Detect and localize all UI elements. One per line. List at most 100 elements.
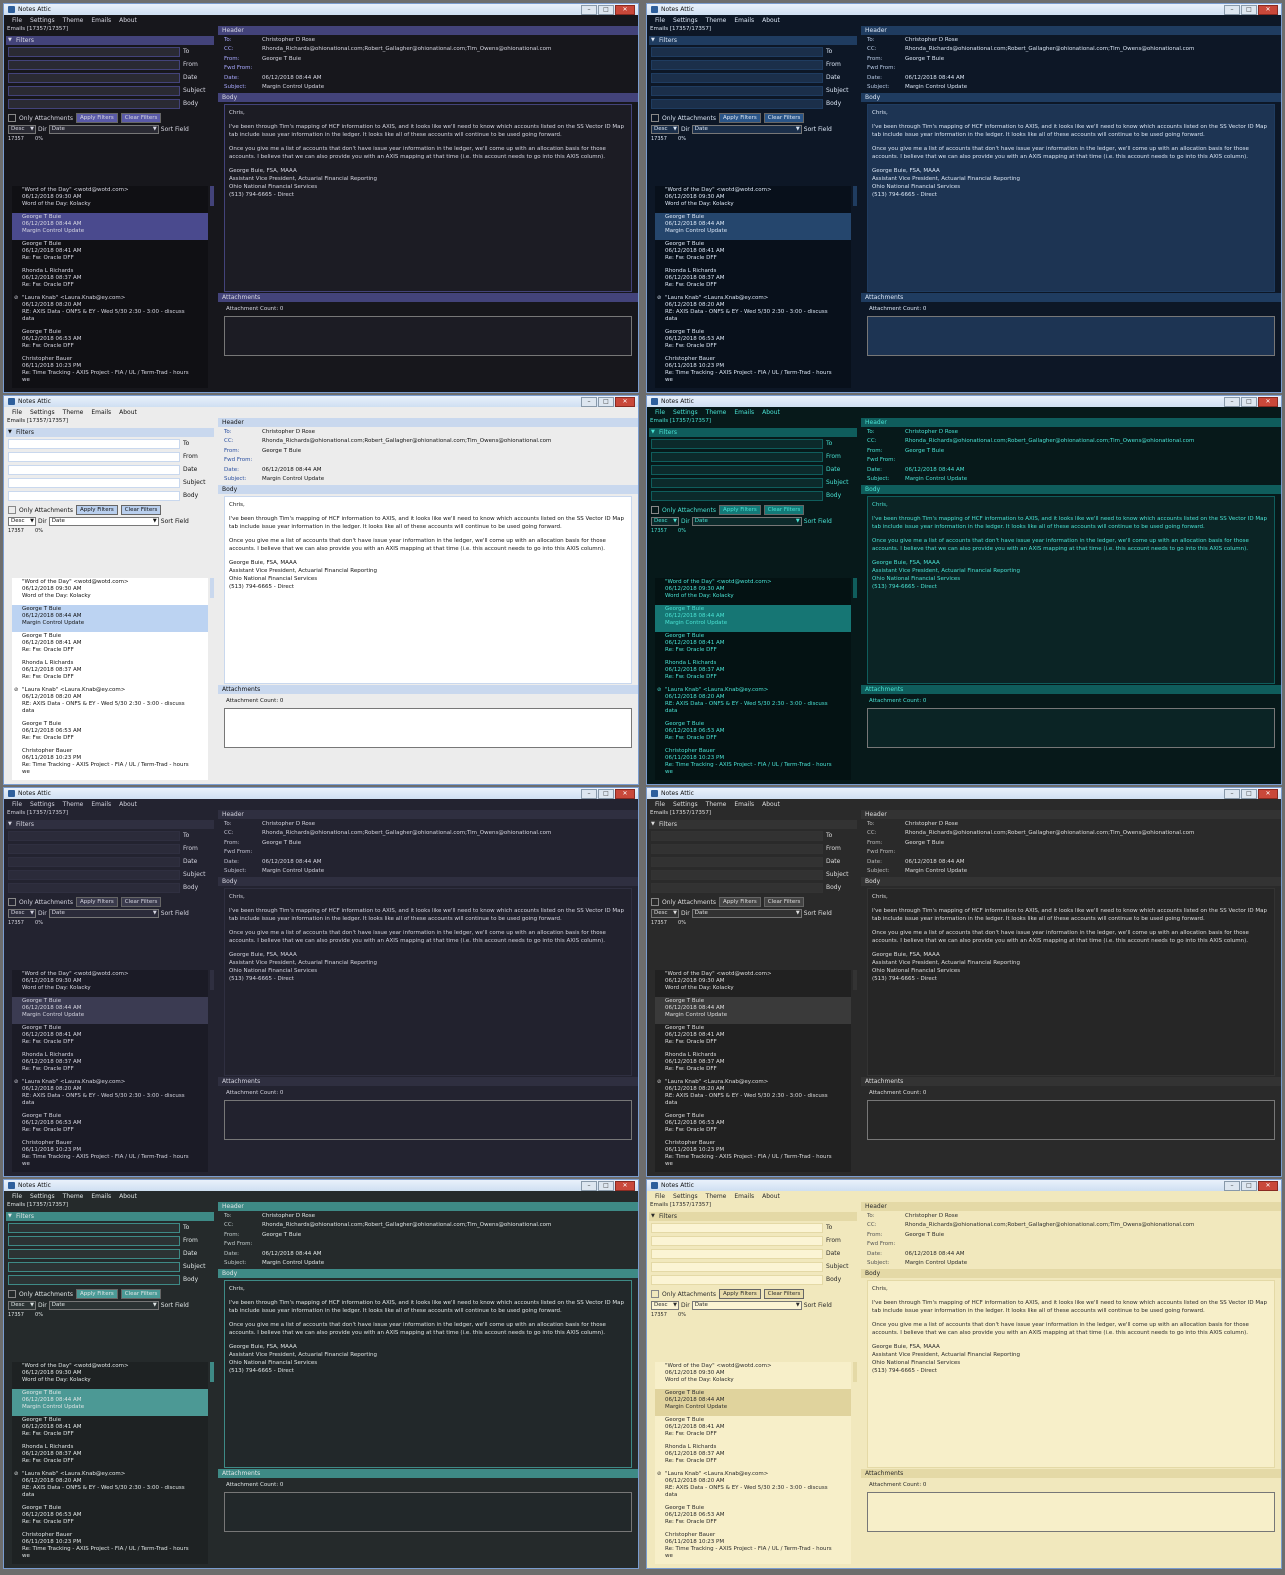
filter-from-input[interactable] <box>651 451 823 462</box>
only-attachments-checkbox[interactable] <box>651 114 659 122</box>
sort-dir-select[interactable]: Desc ▼ <box>651 517 679 526</box>
filter-from-input[interactable] <box>651 59 823 70</box>
attachments-box[interactable] <box>224 1492 632 1532</box>
minimize-icon[interactable]: – <box>581 789 597 799</box>
menu-emails[interactable]: Emails <box>734 1193 754 1200</box>
menu-settings[interactable]: Settings <box>673 17 698 24</box>
menu-emails[interactable]: Emails <box>734 17 754 24</box>
email-list-item[interactable]: George T Buie 06/12/2018 08:44 AM Margin C… <box>12 605 208 632</box>
maximize-icon[interactable]: □ <box>1241 5 1257 15</box>
email-list-scrollbar[interactable] <box>853 578 857 598</box>
email-list-item[interactable]: "Word of the Day" <wotd@wotd.com> 06/12/2… <box>655 1362 851 1389</box>
sort-field-select[interactable]: Date ▼ <box>48 909 159 918</box>
only-attachments-checkbox[interactable] <box>651 1290 659 1298</box>
email-list-item[interactable]: Christopher Bauer 06/11/2018 10:23 PM Re: … <box>655 747 851 780</box>
filter-subject-input[interactable] <box>651 477 823 488</box>
email-list-item[interactable]: George T Buie 06/12/2018 08:44 AM Margin C… <box>12 997 208 1024</box>
email-list-item[interactable]: George T Buie 06/12/2018 06:53 AM Re: Fw: … <box>655 328 851 355</box>
filter-date-input[interactable] <box>651 72 823 83</box>
filter-to-input[interactable] <box>651 46 823 57</box>
email-list-item[interactable]: Rhonda L Richards 06/12/2018 08:37 AM Re: … <box>12 659 208 686</box>
email-list-item[interactable]: George T Buie 06/12/2018 06:53 AM Re: Fw: … <box>12 328 208 355</box>
filters-toggle[interactable]: Filters <box>649 1212 857 1221</box>
email-list-item[interactable]: ⊘ "Laura Knab" <Laura.Knab@ey.com> 06/12/2… <box>655 294 851 328</box>
menu-settings[interactable]: Settings <box>673 1193 698 1200</box>
email-list-item[interactable]: Rhonda L Richards 06/12/2018 08:37 AM Re: … <box>12 1443 208 1470</box>
email-list-item[interactable]: ⊘ "Laura Knab" <Laura.Knab@ey.com> 06/12/2… <box>12 294 208 328</box>
email-list-item[interactable]: ⊘ "Laura Knab" <Laura.Knab@ey.com> 06/12/2… <box>655 1470 851 1504</box>
filter-subject-input[interactable] <box>8 869 180 880</box>
email-list-item[interactable]: George T Buie 06/12/2018 08:44 AM Margin C… <box>655 213 851 240</box>
only-attachments-checkbox[interactable] <box>8 1290 16 1298</box>
close-icon[interactable]: ✕ <box>1258 1181 1278 1191</box>
email-list-item[interactable]: George T Buie 06/12/2018 08:44 AM Margin C… <box>12 213 208 240</box>
close-icon[interactable]: ✕ <box>615 1181 635 1191</box>
clear-filters-button[interactable]: Clear Filters <box>763 505 805 515</box>
apply-filters-button[interactable]: Apply Filters <box>75 113 118 123</box>
email-list-scrollbar[interactable] <box>853 1362 857 1382</box>
menu-theme[interactable]: Theme <box>63 409 84 416</box>
filter-date-input[interactable] <box>651 464 823 475</box>
menu-emails[interactable]: Emails <box>91 801 111 808</box>
menu-file[interactable]: File <box>655 17 665 24</box>
menu-emails[interactable]: Emails <box>734 801 754 808</box>
menu-theme[interactable]: Theme <box>706 801 727 808</box>
close-icon[interactable]: ✕ <box>1258 789 1278 799</box>
clear-filters-button[interactable]: Clear Filters <box>120 897 162 907</box>
only-attachments-checkbox[interactable] <box>8 506 16 514</box>
only-attachments-checkbox[interactable] <box>651 898 659 906</box>
email-list-item[interactable]: George T Buie 06/12/2018 08:44 AM Margin C… <box>655 605 851 632</box>
email-list-item[interactable]: Christopher Bauer 06/11/2018 10:23 PM Re: … <box>655 1531 851 1564</box>
email-list-item[interactable]: George T Buie 06/12/2018 06:53 AM Re: Fw: … <box>12 720 208 747</box>
filter-subject-input[interactable] <box>8 477 180 488</box>
minimize-icon[interactable]: – <box>581 397 597 407</box>
filter-from-input[interactable] <box>8 59 180 70</box>
sort-dir-select[interactable]: Desc ▼ <box>651 909 679 918</box>
filter-date-input[interactable] <box>8 72 180 83</box>
maximize-icon[interactable]: □ <box>1241 1181 1257 1191</box>
attachments-box[interactable] <box>867 708 1275 748</box>
filter-body-input[interactable] <box>651 882 823 893</box>
menu-settings[interactable]: Settings <box>673 801 698 808</box>
email-list-item[interactable]: George T Buie 06/12/2018 08:41 AM Re: Fw: … <box>12 632 208 659</box>
menu-settings[interactable]: Settings <box>30 17 55 24</box>
filter-date-input[interactable] <box>651 1248 823 1259</box>
maximize-icon[interactable]: □ <box>598 789 614 799</box>
filter-date-input[interactable] <box>8 1248 180 1259</box>
apply-filters-button[interactable]: Apply Filters <box>718 505 761 515</box>
email-list-item[interactable]: ⊘ "Laura Knab" <Laura.Knab@ey.com> 06/12/2… <box>655 686 851 720</box>
email-list-scrollbar[interactable] <box>853 186 857 206</box>
filter-body-input[interactable] <box>8 490 180 501</box>
email-list-item[interactable]: Rhonda L Richards 06/12/2018 08:37 AM Re: … <box>655 659 851 686</box>
filter-date-input[interactable] <box>651 856 823 867</box>
sort-dir-select[interactable]: Desc ▼ <box>8 517 36 526</box>
menu-file[interactable]: File <box>655 409 665 416</box>
email-list-item[interactable]: Rhonda L Richards 06/12/2018 08:37 AM Re: … <box>655 1051 851 1078</box>
menu-about[interactable]: About <box>119 1193 137 1200</box>
attachments-box[interactable] <box>867 316 1275 356</box>
close-icon[interactable]: ✕ <box>1258 397 1278 407</box>
sort-dir-select[interactable]: Desc ▼ <box>8 1301 36 1310</box>
maximize-icon[interactable]: □ <box>598 1181 614 1191</box>
email-list-scrollbar[interactable] <box>210 186 214 206</box>
sort-field-select[interactable]: Date ▼ <box>48 125 159 134</box>
only-attachments-checkbox[interactable] <box>651 506 659 514</box>
email-list-item[interactable]: George T Buie 06/12/2018 06:53 AM Re: Fw: … <box>12 1504 208 1531</box>
maximize-icon[interactable]: □ <box>1241 789 1257 799</box>
apply-filters-button[interactable]: Apply Filters <box>75 1289 118 1299</box>
filter-to-input[interactable] <box>8 1222 180 1233</box>
menu-theme[interactable]: Theme <box>63 801 84 808</box>
filter-to-input[interactable] <box>8 438 180 449</box>
clear-filters-button[interactable]: Clear Filters <box>763 113 805 123</box>
email-list-item[interactable]: "Word of the Day" <wotd@wotd.com> 06/12/2… <box>12 1362 208 1389</box>
attachments-box[interactable] <box>224 316 632 356</box>
attachments-box[interactable] <box>224 1100 632 1140</box>
email-list-item[interactable]: George T Buie 06/12/2018 08:41 AM Re: Fw: … <box>655 1024 851 1051</box>
sort-dir-select[interactable]: Desc ▼ <box>651 1301 679 1310</box>
email-body[interactable]: Chris, I've been through Tim's mapping o… <box>224 888 632 1076</box>
email-list-item[interactable]: George T Buie 06/12/2018 08:41 AM Re: Fw: … <box>655 632 851 659</box>
menu-theme[interactable]: Theme <box>63 1193 84 1200</box>
sort-field-select[interactable]: Date ▼ <box>691 517 802 526</box>
menu-settings[interactable]: Settings <box>30 801 55 808</box>
filter-subject-input[interactable] <box>8 85 180 96</box>
